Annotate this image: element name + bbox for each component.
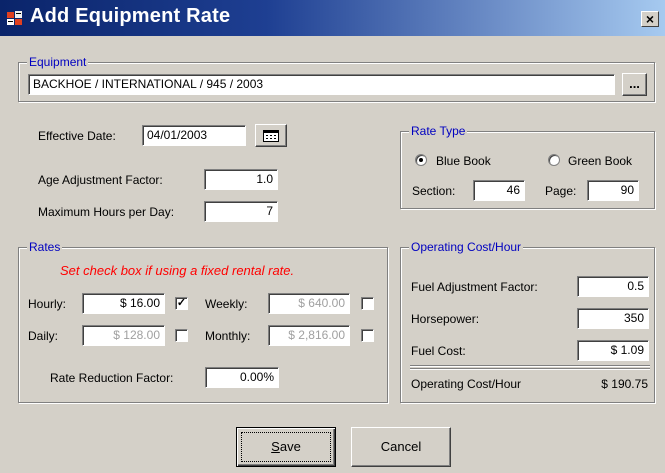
horsepower-field[interactable]: 350 [577, 308, 649, 329]
max-hours-field[interactable]: 7 [204, 201, 278, 222]
operating-cost-legend: Operating Cost/Hour [409, 240, 524, 254]
browse-label: ... [629, 76, 640, 91]
weekly-field[interactable]: $ 640.00 [268, 293, 350, 314]
calendar-icon [263, 130, 279, 142]
app-icon [7, 11, 22, 25]
rates-legend: Rates [27, 240, 63, 254]
cancel-label: Cancel [380, 439, 422, 454]
monthly-label: Monthly: [205, 329, 251, 343]
fuel-factor-field[interactable]: 0.5 [577, 276, 649, 297]
page-label: Page: [545, 184, 577, 198]
equipment-field[interactable]: BACKHOE / INTERNATIONAL / 945 / 2003 [28, 74, 615, 95]
daily-label: Daily: [28, 329, 59, 343]
focus-rect [241, 432, 331, 462]
equipment-browse-button[interactable]: ... [622, 73, 647, 96]
close-button[interactable]: × [641, 11, 659, 27]
weekly-label: Weekly: [205, 297, 248, 311]
blue-book-label[interactable]: Blue Book [436, 154, 491, 168]
section-label: Section: [412, 184, 456, 198]
rate-type-legend: Rate Type [409, 124, 468, 138]
hourly-field[interactable]: $ 16.00 [82, 293, 165, 314]
effective-date-label: Effective Date: [38, 129, 116, 143]
equipment-legend: Equipment [27, 55, 89, 69]
save-button[interactable]: Save [236, 427, 336, 467]
page-field[interactable]: 90 [587, 180, 639, 201]
age-factor-field[interactable]: 1.0 [204, 169, 278, 190]
green-book-radio[interactable] [548, 154, 560, 166]
cancel-button[interactable]: Cancel [351, 427, 451, 467]
hourly-label: Hourly: [28, 297, 67, 311]
operating-cost-total-value: $ 190.75 [601, 377, 648, 391]
operating-cost-total-label: Operating Cost/Hour [411, 377, 522, 391]
fuel-cost-field[interactable]: $ 1.09 [577, 340, 649, 361]
rate-reduction-field[interactable]: 0.00% [205, 367, 279, 388]
total-separator-2 [410, 368, 650, 370]
green-book-label[interactable]: Green Book [568, 154, 632, 168]
section-field[interactable]: 46 [473, 180, 525, 201]
weekly-fixed-checkbox[interactable] [361, 297, 374, 310]
hourly-fixed-checkbox[interactable]: ✓ [175, 297, 188, 310]
max-hours-label: Maximum Hours per Day: [38, 205, 175, 219]
rate-reduction-label: Rate Reduction Factor: [50, 371, 174, 385]
blue-book-radio[interactable] [415, 154, 427, 166]
calendar-button[interactable] [255, 124, 287, 147]
title-bar: Add Equipment Rate × [0, 0, 665, 36]
monthly-field[interactable]: $ 2,816.00 [268, 325, 350, 346]
fixed-rate-note: Set check box if using a fixed rental ra… [60, 263, 295, 278]
daily-fixed-checkbox[interactable] [175, 329, 188, 342]
fuel-factor-label: Fuel Adjustment Factor: [411, 280, 538, 294]
effective-date-field[interactable]: 04/01/2003 [142, 125, 246, 146]
horsepower-label: Horsepower: [411, 312, 480, 326]
fuel-cost-label: Fuel Cost: [411, 344, 466, 358]
total-separator [410, 365, 650, 367]
window-title: Add Equipment Rate [30, 5, 231, 27]
daily-field[interactable]: $ 128.00 [82, 325, 165, 346]
monthly-fixed-checkbox[interactable] [361, 329, 374, 342]
age-factor-label: Age Adjustment Factor: [38, 173, 163, 187]
